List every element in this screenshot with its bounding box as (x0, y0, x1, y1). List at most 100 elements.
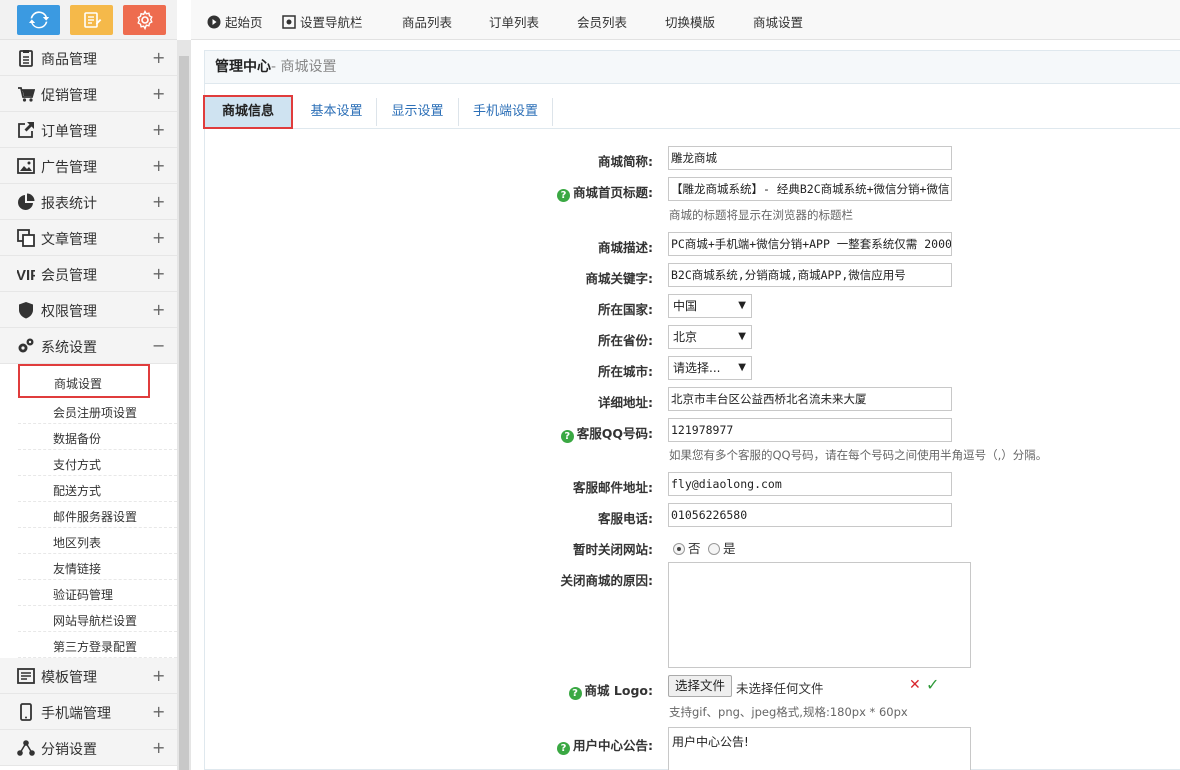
sidebar-group-ads[interactable]: 广告管理 + (0, 148, 177, 184)
sidebar-group-mobile[interactable]: 手机端管理 + (0, 694, 177, 730)
delete-logo-icon[interactable]: ✕ (909, 677, 921, 693)
topnav-switch-template[interactable]: 切换模版 (665, 12, 715, 31)
help-icon[interactable]: ? (568, 687, 582, 700)
cart-icon (18, 87, 35, 102)
help-icon[interactable]: ? (557, 189, 570, 202)
topnav-label: 设置导航栏 (300, 15, 363, 30)
topnav-home[interactable]: 起始页 (207, 12, 263, 31)
dropdown-arrow-icon: ▼ (738, 331, 746, 342)
sidebar-item-regions[interactable]: 地区列表 (18, 528, 177, 554)
expand-toggle[interactable]: + (152, 192, 165, 212)
sidebar-group-distribution[interactable]: 分销设置 + (0, 730, 177, 766)
sidebar-item-captcha[interactable]: 验证码管理 (18, 580, 177, 606)
radio-button[interactable] (708, 543, 720, 555)
expand-toggle[interactable]: + (152, 300, 165, 320)
help-icon[interactable]: ? (560, 430, 574, 443)
sidebar-group-members[interactable]: VIP 会员管理 + (0, 256, 177, 292)
phone-input[interactable]: 01056226580 (668, 503, 952, 527)
breadcrumb: 管理中心- 商城设置 (205, 51, 1180, 84)
sidebar-group-label: 系统设置 (41, 340, 97, 356)
sidebar-item-third-party-login[interactable]: 第三方登录配置 (18, 632, 177, 658)
sidebar-group-promotion[interactable]: 促销管理 + (0, 76, 177, 112)
keywords-input[interactable]: B2C商城系统,分销商城,商城APP,微信应用号 (668, 263, 952, 287)
topnav-label: 商城设置 (753, 15, 804, 30)
sidebar-group-reports[interactable]: 报表统计 + (0, 184, 177, 220)
sidebar-group-label: 订单管理 (41, 124, 97, 140)
description-input[interactable]: PC商城+手机端+微信分销+APP 一整套系统仅需 2000 (668, 232, 952, 256)
sidebar-group-permissions[interactable]: 权限管理 + (0, 292, 177, 328)
sidebar-item-payment[interactable]: 支付方式 (18, 450, 177, 476)
sidebar-item-shipping[interactable]: 配送方式 (18, 476, 177, 502)
close-reason-textarea[interactable] (668, 562, 971, 668)
expand-toggle[interactable]: + (152, 264, 165, 284)
radio-button[interactable] (673, 543, 685, 555)
select-value: 请选择... (673, 361, 721, 375)
topnav-label: 商品列表 (402, 15, 453, 30)
dropdown-arrow-icon: ▼ (738, 300, 746, 311)
svg-text:VIP: VIP (17, 267, 35, 283)
country-label: 所在国家: (598, 302, 653, 317)
tab-shop-info[interactable]: 商城信息 (203, 95, 293, 129)
address-input[interactable]: 北京市丰台区公益西桥北名流未来大厦 (668, 387, 952, 411)
collapse-toggle[interactable]: − (152, 336, 165, 356)
choose-file-button[interactable]: 选择文件 (668, 675, 733, 697)
tab-display-settings[interactable]: 显示设置 (377, 98, 459, 126)
expand-toggle[interactable]: + (152, 156, 165, 176)
sidebar-scrollbar[interactable] (177, 40, 191, 770)
sidebar-group-label: 文章管理 (41, 232, 97, 248)
sidebar-item-site-nav[interactable]: 网站导航栏设置 (18, 606, 177, 632)
sidebar-group-label: 分销设置 (41, 742, 97, 758)
topnav-order-list[interactable]: 订单列表 (489, 12, 539, 31)
tab-basic-settings[interactable]: 基本设置 (297, 98, 377, 126)
phone-label: 客服电话: (598, 511, 653, 526)
expand-toggle[interactable]: + (152, 666, 165, 686)
expand-toggle[interactable]: + (152, 228, 165, 248)
sidebar-group-label: 权限管理 (41, 304, 97, 320)
file-status: 未选择任何文件 (736, 681, 824, 696)
topnav-member-list[interactable]: 会员列表 (577, 12, 627, 31)
sidebar-item-shop-settings[interactable]: 商城设置 (18, 364, 150, 398)
sidebar-item-label: 地区列表 (53, 536, 102, 550)
email-input[interactable]: fly@diaolong.com (668, 472, 952, 496)
sidebar-group-goods[interactable]: 商品管理 + (0, 40, 177, 76)
qq-label: ? 客服QQ号码: (505, 423, 653, 443)
refresh-button[interactable] (17, 5, 60, 35)
sidebar-group-orders[interactable]: 订单管理 + (0, 112, 177, 148)
home-title-input[interactable]: 【雕龙商城系统】- 经典B2C商城系统+微信分销+微信 (668, 177, 952, 201)
city-select[interactable]: 请选择... ▼ (668, 356, 752, 380)
topnav-set-navbar[interactable]: 设置导航栏 (282, 12, 363, 31)
sidebar-item-mail-server[interactable]: 邮件服务器设置 (18, 502, 177, 528)
shop-name-input[interactable]: 雕龙商城 (668, 146, 952, 170)
expand-toggle[interactable]: + (152, 48, 165, 68)
settings-button[interactable] (123, 5, 166, 35)
sidebar-group-articles[interactable]: 文章管理 + (0, 220, 177, 256)
province-select[interactable]: 北京 ▼ (668, 325, 752, 349)
expand-toggle[interactable]: + (152, 84, 165, 104)
close-site-radio-yes[interactable]: 是 (708, 538, 736, 557)
sidebar-group-templates[interactable]: 模板管理 + (0, 658, 177, 694)
close-reason-label: 关闭商城的原因: (560, 573, 654, 588)
sidebar-item-backup[interactable]: 数据备份 (18, 424, 177, 450)
edit-note-button[interactable] (70, 5, 113, 35)
shop-name-label: 商城简称: (598, 154, 653, 169)
top-navigation: 起始页 设置导航栏 商品列表 订单列表 会员列表 切换模版 商城设置 (191, 0, 1180, 40)
scrollbar-thumb[interactable] (179, 56, 189, 770)
radio-label: 是 (723, 541, 736, 556)
qq-input[interactable]: 121978977 (668, 418, 952, 442)
help-icon[interactable]: ? (557, 742, 570, 755)
sidebar-item-member-register[interactable]: 会员注册项设置 (18, 398, 177, 424)
user-notice-label: ? 用户中心公告: (505, 735, 653, 755)
topnav-goods-list[interactable]: 商品列表 (402, 12, 452, 31)
sidebar-item-label: 网站导航栏设置 (53, 614, 138, 628)
page-subtitle: - 商城设置 (271, 59, 337, 75)
topnav-shop-settings[interactable]: 商城设置 (753, 12, 803, 31)
expand-toggle[interactable]: + (152, 702, 165, 722)
sidebar-group-system[interactable]: 系统设置 − (0, 328, 177, 364)
expand-toggle[interactable]: + (152, 738, 165, 758)
sidebar-item-friend-links[interactable]: 友情链接 (18, 554, 177, 580)
close-site-radio-no[interactable]: 否 (673, 538, 701, 557)
user-notice-textarea[interactable]: 用户中心公告! (668, 727, 971, 770)
country-select[interactable]: 中国 ▼ (668, 294, 752, 318)
tab-mobile-settings[interactable]: 手机端设置 (459, 98, 553, 126)
expand-toggle[interactable]: + (152, 120, 165, 140)
